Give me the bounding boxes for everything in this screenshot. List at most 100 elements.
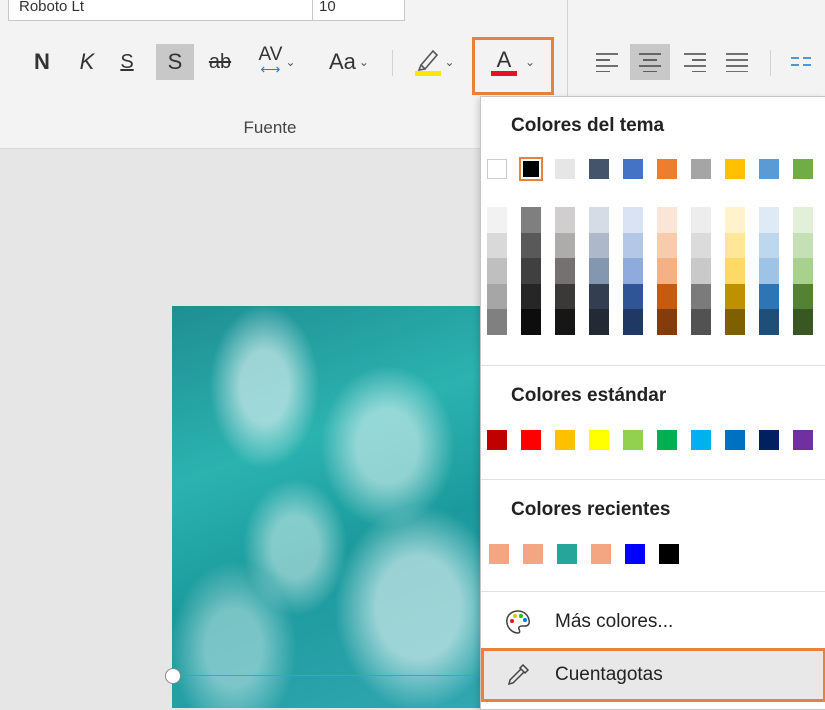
- theme-shade-swatch[interactable]: [555, 207, 575, 233]
- character-spacing-button[interactable]: AV ⟷ ⌄: [246, 44, 308, 80]
- theme-shade-swatch[interactable]: [793, 232, 813, 259]
- standard-color-swatch[interactable]: [521, 430, 541, 450]
- theme-color-swatch[interactable]: [725, 159, 745, 179]
- justify-icon: [726, 53, 748, 72]
- theme-shade-swatch[interactable]: [793, 309, 813, 335]
- theme-shade-swatch[interactable]: [521, 258, 541, 284]
- theme-shade-swatch[interactable]: [589, 258, 609, 284]
- theme-shade-swatch[interactable]: [623, 309, 643, 335]
- change-case-button[interactable]: Aa ⌄: [318, 44, 380, 80]
- theme-color-swatch[interactable]: [555, 159, 575, 179]
- theme-shade-swatch[interactable]: [725, 207, 745, 233]
- theme-shade-swatch[interactable]: [691, 232, 711, 259]
- recent-color-swatch[interactable]: [625, 544, 645, 564]
- standard-color-swatch[interactable]: [725, 430, 745, 450]
- font-size-combobox[interactable]: 10: [312, 0, 405, 21]
- theme-shade-swatch[interactable]: [487, 283, 507, 310]
- standard-color-swatch[interactable]: [691, 430, 711, 450]
- recent-color-swatch[interactable]: [659, 544, 679, 564]
- underline-button[interactable]: S: [114, 44, 140, 80]
- theme-shade-swatch[interactable]: [589, 232, 609, 259]
- theme-shade-swatch[interactable]: [589, 207, 609, 233]
- theme-shade-swatch[interactable]: [521, 232, 541, 259]
- theme-shade-swatch[interactable]: [657, 309, 677, 335]
- theme-shade-swatch[interactable]: [521, 283, 541, 310]
- theme-shade-swatch[interactable]: [521, 309, 541, 335]
- theme-color-swatch[interactable]: [487, 159, 507, 179]
- theme-color-swatch[interactable]: [691, 159, 711, 179]
- theme-shade-swatch[interactable]: [555, 232, 575, 259]
- recent-color-swatch[interactable]: [591, 544, 611, 564]
- theme-shade-swatch[interactable]: [623, 232, 643, 259]
- theme-shade-swatch[interactable]: [759, 309, 779, 335]
- font-name-combobox[interactable]: Roboto Lt: [8, 0, 320, 21]
- theme-shade-swatch[interactable]: [725, 232, 745, 259]
- standard-color-swatch[interactable]: [623, 430, 643, 450]
- theme-color-swatch[interactable]: [623, 159, 643, 179]
- theme-shade-swatch[interactable]: [793, 283, 813, 310]
- theme-shade-swatch[interactable]: [555, 258, 575, 284]
- recent-color-swatch[interactable]: [523, 544, 543, 564]
- recent-color-swatch[interactable]: [557, 544, 577, 564]
- theme-shade-swatch[interactable]: [759, 283, 779, 310]
- theme-shade-swatch[interactable]: [691, 309, 711, 335]
- standard-color-swatch[interactable]: [487, 430, 507, 450]
- standard-color-swatch[interactable]: [759, 430, 779, 450]
- more-colors-item[interactable]: Más colores...: [481, 595, 825, 649]
- theme-shade-swatch[interactable]: [657, 258, 677, 284]
- highlight-color-button[interactable]: ⌄: [405, 44, 465, 80]
- align-center-button[interactable]: [630, 44, 670, 80]
- theme-color-swatch[interactable]: [793, 159, 813, 179]
- theme-shade-swatch[interactable]: [793, 258, 813, 284]
- shadow-button[interactable]: S: [156, 44, 194, 80]
- theme-shade-swatch[interactable]: [487, 309, 507, 335]
- selection-border: [179, 675, 480, 676]
- theme-shade-swatch[interactable]: [623, 258, 643, 284]
- theme-shade-swatch[interactable]: [759, 232, 779, 259]
- standard-color-swatch[interactable]: [793, 430, 813, 450]
- align-left-icon: [596, 53, 618, 72]
- theme-shade-swatch[interactable]: [725, 258, 745, 284]
- theme-shade-swatch[interactable]: [691, 258, 711, 284]
- align-left-button[interactable]: [590, 44, 624, 80]
- theme-shade-swatch[interactable]: [725, 283, 745, 310]
- theme-shade-swatch[interactable]: [657, 232, 677, 259]
- strikethrough-button[interactable]: ab: [200, 44, 240, 80]
- standard-color-swatch[interactable]: [555, 430, 575, 450]
- theme-shade-swatch[interactable]: [657, 207, 677, 233]
- recent-color-swatch[interactable]: [489, 544, 509, 564]
- columns-button[interactable]: [784, 44, 818, 80]
- theme-shade-swatch[interactable]: [657, 283, 677, 310]
- theme-shade-swatch[interactable]: [521, 207, 541, 233]
- theme-shade-swatch[interactable]: [487, 232, 507, 259]
- justify-button[interactable]: [720, 44, 754, 80]
- standard-color-swatch[interactable]: [589, 430, 609, 450]
- resize-handle[interactable]: [165, 668, 181, 684]
- theme-shade-swatch[interactable]: [487, 258, 507, 284]
- align-right-button[interactable]: [678, 44, 712, 80]
- theme-color-swatch[interactable]: [657, 159, 677, 179]
- theme-shade-swatch[interactable]: [555, 309, 575, 335]
- theme-shade-swatch[interactable]: [589, 309, 609, 335]
- menu-divider: [481, 591, 825, 592]
- theme-shade-swatch[interactable]: [623, 207, 643, 233]
- theme-shade-swatch[interactable]: [589, 283, 609, 310]
- bold-button[interactable]: N: [28, 44, 56, 80]
- theme-shade-swatch[interactable]: [759, 207, 779, 233]
- ocean-image[interactable]: [172, 306, 480, 708]
- italic-button[interactable]: K: [74, 44, 100, 80]
- theme-shade-swatch[interactable]: [691, 207, 711, 233]
- theme-shade-swatch[interactable]: [793, 207, 813, 233]
- theme-shade-swatch[interactable]: [725, 309, 745, 335]
- theme-shade-swatch[interactable]: [691, 283, 711, 310]
- theme-shade-swatch[interactable]: [623, 283, 643, 310]
- more-colors-label: Más colores...: [555, 611, 674, 632]
- standard-color-swatch[interactable]: [657, 430, 677, 450]
- theme-shade-swatch[interactable]: [555, 283, 575, 310]
- theme-color-swatch[interactable]: [589, 159, 609, 179]
- eyedropper-item[interactable]: Cuentagotas: [481, 648, 825, 702]
- theme-color-swatch[interactable]: [523, 161, 539, 177]
- theme-color-swatch[interactable]: [759, 159, 779, 179]
- theme-shade-swatch[interactable]: [759, 258, 779, 284]
- theme-shade-swatch[interactable]: [487, 207, 507, 233]
